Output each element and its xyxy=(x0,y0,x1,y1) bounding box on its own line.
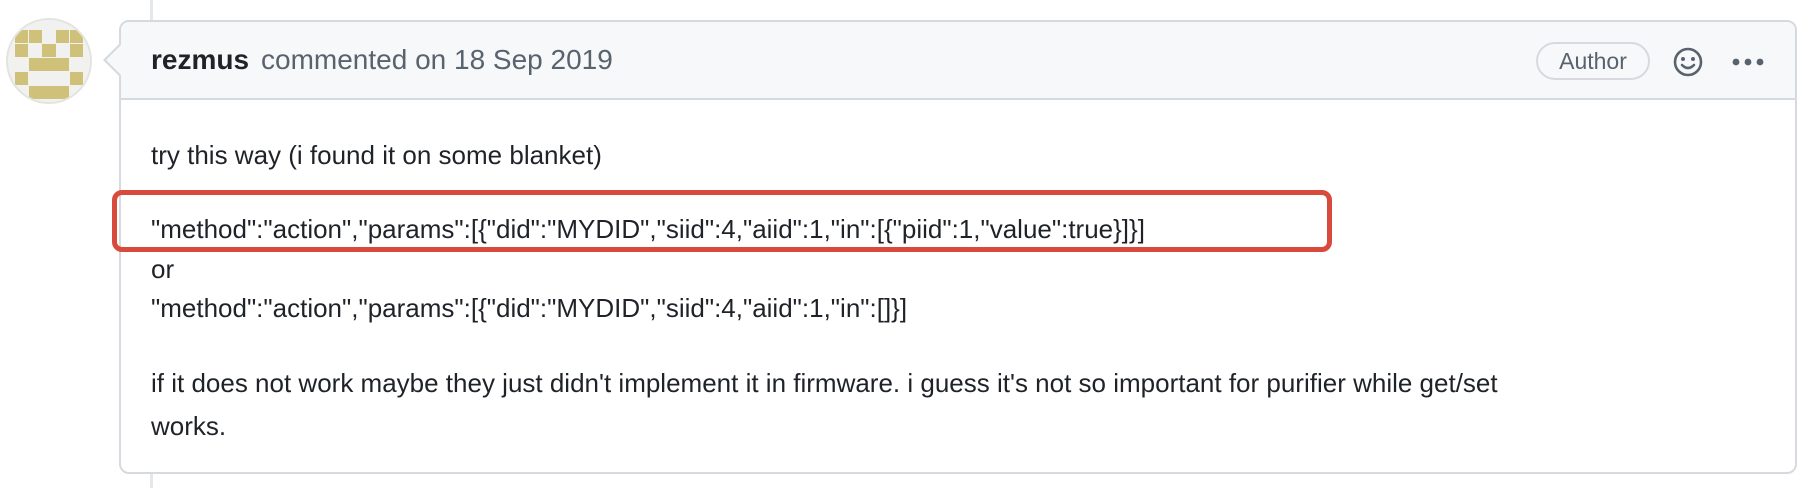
highlight-annotation-box xyxy=(112,190,1332,252)
comment-paragraph-line: works. xyxy=(151,411,227,441)
comment-paragraph-line: if it does not work maybe they just didn… xyxy=(151,368,1498,398)
comment-text-line: try this way (i found it on some blanket… xyxy=(151,140,602,170)
smiley-icon[interactable] xyxy=(1670,44,1706,80)
author-badge: Author xyxy=(1536,42,1650,80)
comment-text-or: or xyxy=(151,254,175,284)
comment-header: rezmus commented on 18 Sep 2019 Author xyxy=(121,22,1795,100)
kebab-horizontal-icon[interactable] xyxy=(1726,44,1770,80)
author-link[interactable]: rezmus xyxy=(151,44,249,76)
code-snippet: "method":"action","params":[{"did":"MYDI… xyxy=(151,293,908,323)
comment-caret-fill xyxy=(106,45,121,75)
timeline-comment-area: rezmus commented on 18 Sep 2019 Author t… xyxy=(0,0,1808,488)
identicon-icon xyxy=(8,20,90,102)
avatar[interactable] xyxy=(6,18,92,104)
comment-timestamp[interactable]: commented on 18 Sep 2019 xyxy=(261,44,613,76)
